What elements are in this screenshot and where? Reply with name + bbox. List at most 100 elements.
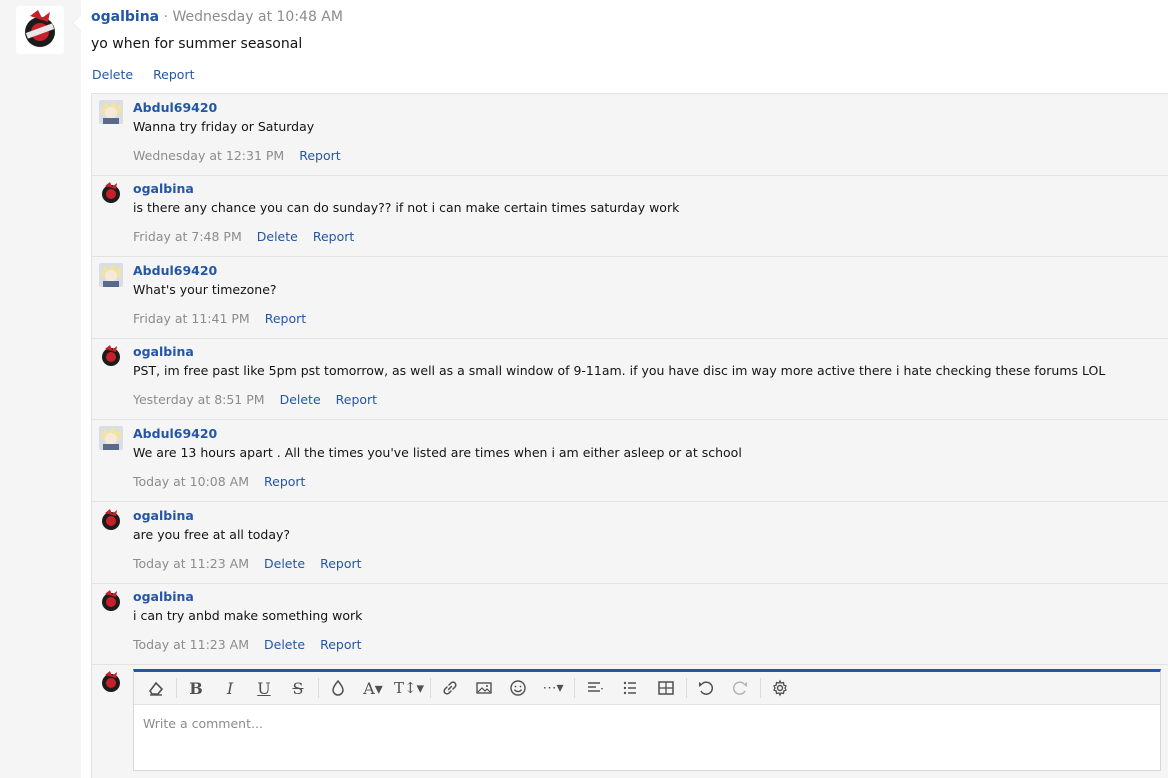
comment-time[interactable]: Yesterday at 8:51 PM (133, 392, 265, 407)
comment-time[interactable]: Today at 11:23 AM (133, 637, 249, 652)
comment-item: ogalbina i can try anbd make something wo… (92, 583, 1168, 665)
comment-username[interactable]: Abdul69420 (133, 426, 217, 441)
comment-time[interactable]: Friday at 11:41 PM (133, 311, 250, 326)
comment-meta: Today at 11:23 AM Delete Report (133, 637, 377, 652)
comment-meta: Friday at 7:48 PM Delete Report (133, 229, 369, 244)
list-icon[interactable] (616, 675, 646, 701)
bold-icon[interactable]: B (182, 675, 210, 701)
comment-report-link[interactable]: Report (264, 474, 305, 489)
post-author-avatar[interactable] (16, 6, 64, 54)
comment-meta: Today at 11:23 AM Delete Report (133, 556, 377, 571)
comment-avatar[interactable] (99, 589, 123, 613)
composer-avatar (99, 670, 123, 694)
comment-text: PST, im free past like 5pm pst tomorrow,… (133, 363, 1106, 378)
comment-delete-link[interactable]: Delete (264, 637, 305, 652)
comment-meta: Today at 10:08 AM Report (133, 474, 320, 489)
ogalbina-avatar-icon (16, 6, 64, 54)
post-time[interactable]: Wednesday at 10:48 AM (172, 9, 342, 25)
post-author[interactable]: ogalbina (91, 9, 159, 25)
comment-item: ogalbina are you free at all today? Today … (92, 502, 1168, 584)
toolbar-separator (760, 678, 761, 698)
editor-toolbar: B I U S A▾ T↕▾ ⋯▾ (134, 672, 1160, 705)
post-body: yo when for summer seasonal (91, 36, 303, 52)
text-color-icon[interactable] (324, 675, 352, 701)
comment-time[interactable]: Today at 11:23 AM (133, 556, 249, 571)
comment-input[interactable]: Write a comment... (134, 705, 1160, 769)
comments-list: Abdul69420 Wanna try friday or Saturday We… (91, 93, 1168, 778)
comment-editor: B I U S A▾ T↕▾ ⋯▾ Write a comment... (133, 669, 1161, 771)
post-delete-link[interactable]: Delete (92, 67, 133, 82)
comment-item: Abdul69420 Wanna try friday or Saturday We… (92, 94, 1168, 176)
comment-avatar[interactable] (99, 508, 123, 532)
comment-text: What's your timezone? (133, 282, 277, 297)
comment-meta: Wednesday at 12:31 PM Report (133, 148, 356, 163)
comment-delete-link[interactable]: Delete (257, 229, 298, 244)
comment-username[interactable]: ogalbina (133, 344, 194, 359)
comment-report-link[interactable]: Report (299, 148, 340, 163)
font-size-icon[interactable]: T↕▾ (394, 675, 424, 701)
redo-icon[interactable] (726, 675, 754, 701)
comment-report-link[interactable]: Report (265, 311, 306, 326)
comment-username[interactable]: ogalbina (133, 181, 194, 196)
comment-time[interactable]: Friday at 7:48 PM (133, 229, 242, 244)
ogalbina-avatar-icon (99, 670, 123, 694)
comment-time[interactable]: Wednesday at 12:31 PM (133, 148, 284, 163)
ogalbina-avatar-icon (99, 589, 123, 613)
comment-meta: Yesterday at 8:51 PM Delete Report (133, 392, 392, 407)
toolbar-separator (430, 678, 431, 698)
comment-time[interactable]: Today at 10:08 AM (133, 474, 249, 489)
comment-avatar[interactable] (99, 263, 123, 287)
settings-icon[interactable] (766, 675, 794, 701)
comment-item: Abdul69420 What's your timezone? Friday at… (92, 257, 1168, 339)
comment-avatar[interactable] (99, 426, 123, 450)
comment-report-link[interactable]: Report (320, 556, 361, 571)
left-rail (0, 0, 81, 778)
undo-icon[interactable] (692, 675, 720, 701)
ogalbina-avatar-icon (99, 181, 123, 205)
comment-avatar[interactable] (99, 181, 123, 205)
comment-text: is there any chance you can do sunday?? … (133, 200, 680, 215)
italic-icon[interactable]: I (216, 675, 244, 701)
abdul-avatar-icon (99, 426, 123, 450)
comment-avatar[interactable] (99, 344, 123, 368)
strikethrough-icon[interactable]: S (284, 675, 312, 701)
comment-report-link[interactable]: Report (336, 392, 377, 407)
comment-item: ogalbina is there any chance you can do s… (92, 175, 1168, 257)
font-family-icon[interactable]: A▾ (358, 675, 388, 701)
comment-username[interactable]: Abdul69420 (133, 263, 217, 278)
comment-delete-link[interactable]: Delete (264, 556, 305, 571)
underline-icon[interactable]: U (250, 675, 278, 701)
ogalbina-avatar-icon (99, 508, 123, 532)
comment-username[interactable]: ogalbina (133, 589, 194, 604)
comment-text: i can try anbd make something work (133, 608, 363, 623)
more-icon[interactable]: ⋯▾ (538, 675, 568, 701)
abdul-avatar-icon (99, 263, 123, 287)
eraser-icon[interactable] (142, 675, 170, 701)
post-pointer (72, 14, 81, 32)
comment-username[interactable]: Abdul69420 (133, 100, 217, 115)
comment-text: are you free at all today? (133, 527, 291, 542)
toolbar-separator (574, 678, 575, 698)
comment-text: We are 13 hours apart . All the times yo… (133, 445, 742, 460)
post-separator: · (163, 9, 169, 25)
toolbar-separator (318, 678, 319, 698)
comment-meta: Friday at 11:41 PM Report (133, 311, 321, 326)
abdul-avatar-icon (99, 100, 123, 124)
table-icon[interactable] (652, 675, 680, 701)
comment-avatar[interactable] (99, 100, 123, 124)
comment-item: ogalbina PST, im free past like 5pm pst t… (92, 338, 1168, 420)
toolbar-separator (176, 678, 177, 698)
post-report-link[interactable]: Report (153, 67, 194, 82)
comment-report-link[interactable]: Report (313, 229, 354, 244)
image-icon[interactable] (470, 675, 498, 701)
post-actions: Delete Report (92, 67, 211, 82)
emoji-icon[interactable] (504, 675, 532, 701)
comment-report-link[interactable]: Report (320, 637, 361, 652)
ogalbina-avatar-icon (99, 344, 123, 368)
comment-delete-link[interactable]: Delete (280, 392, 321, 407)
comment-username[interactable]: ogalbina (133, 508, 194, 523)
toolbar-separator (686, 678, 687, 698)
align-icon[interactable] (580, 675, 610, 701)
link-icon[interactable] (436, 675, 464, 701)
comment-text: Wanna try friday or Saturday (133, 119, 315, 134)
